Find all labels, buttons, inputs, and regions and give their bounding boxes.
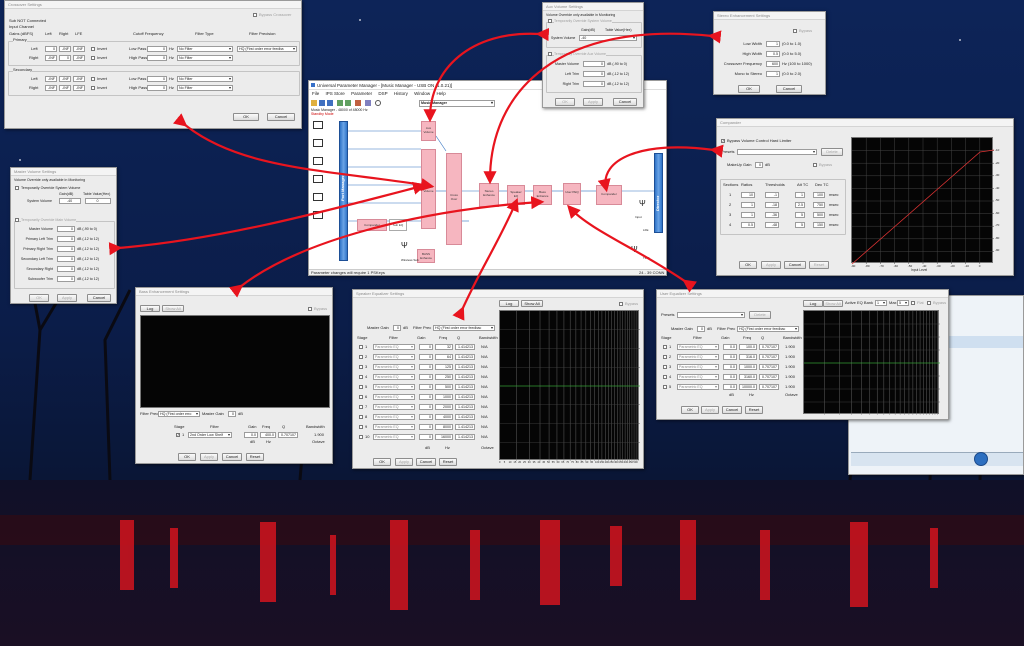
annotation-arrows [108,27,724,321]
arrow-speaker-eq [452,197,519,321]
arrow-user-eq [567,204,697,293]
arrow-master-volume [108,181,427,256]
arrow-stereo-enh [483,30,722,185]
arrow-crossover [173,113,435,192]
arrow-aux-volume [423,27,550,123]
arrow-compander [597,144,724,193]
